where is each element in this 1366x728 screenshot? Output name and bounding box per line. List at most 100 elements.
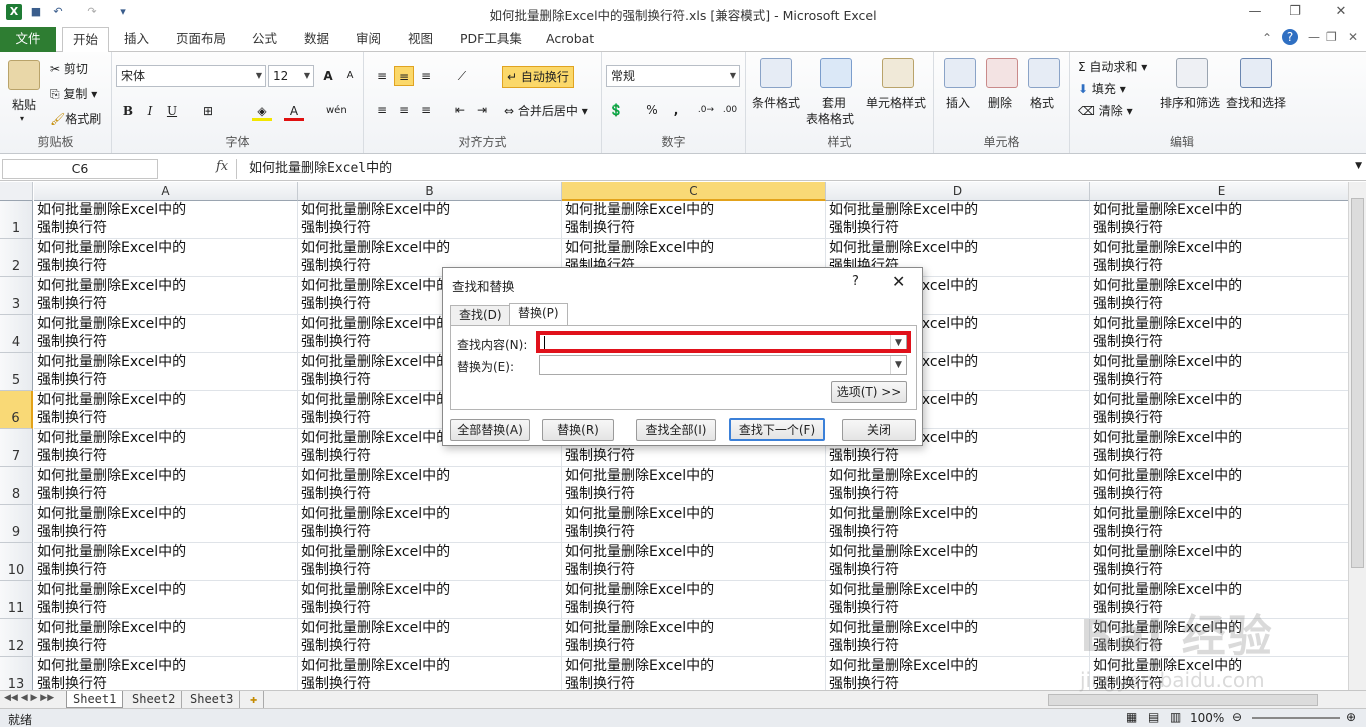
grow-font-icon[interactable]: A (318, 66, 338, 86)
tab-acrobat[interactable]: Acrobat (536, 27, 604, 52)
cell-d13[interactable]: 如何批量删除Excel中的 强制换行符 (826, 657, 1090, 690)
cell-e3[interactable]: 如何批量删除Excel中的 强制换行符 (1090, 277, 1348, 315)
normal-view-icon[interactable]: ▦ (1126, 710, 1137, 724)
tab-data[interactable]: 数据 (294, 27, 339, 52)
row-header-2[interactable]: 2 (0, 239, 33, 277)
close-button[interactable]: 关闭 (842, 419, 916, 441)
conditional-formatting-icon[interactable] (760, 58, 792, 88)
cell-d10[interactable]: 如何批量删除Excel中的 强制换行符 (826, 543, 1090, 581)
cell-d11[interactable]: 如何批量删除Excel中的 强制换行符 (826, 581, 1090, 619)
sheet-nav-first-icon[interactable]: ◀◀ ◀ ▶ ▶▶ (4, 693, 54, 703)
cell-b10[interactable]: 如何批量删除Excel中的 强制换行符 (298, 543, 562, 581)
cell-e4[interactable]: 如何批量删除Excel中的 强制换行符 (1090, 315, 1348, 353)
sheet-tab-3[interactable]: Sheet3 (184, 691, 241, 708)
underline-button[interactable]: U (162, 101, 182, 121)
fill-color-icon[interactable]: ◈ (252, 101, 272, 121)
insert-sheet-icon[interactable]: ✚ (244, 691, 265, 708)
cell-c8[interactable]: 如何批量删除Excel中的 强制换行符 (562, 467, 826, 505)
name-box[interactable]: C6 (2, 159, 158, 179)
paste-button[interactable]: 粘贴 (12, 96, 36, 113)
row-header-10[interactable]: 10 (0, 543, 33, 581)
tab-home[interactable]: 开始 (62, 27, 110, 53)
tab-formulas[interactable]: 公式 (242, 27, 287, 52)
replace-all-button[interactable]: 全部替换(A) (450, 419, 530, 441)
row-header-13[interactable]: 13 (0, 657, 33, 690)
cell-a3[interactable]: 如何批量删除Excel中的 强制换行符 (34, 277, 298, 315)
tab-file[interactable]: 文件 (0, 27, 56, 52)
tab-pdf-tools[interactable]: PDF工具集 (450, 27, 532, 52)
zoom-slider[interactable] (1252, 717, 1340, 719)
select-all-corner[interactable] (0, 182, 33, 201)
restore-icon[interactable]: ❐ (1280, 2, 1310, 22)
cell-b11[interactable]: 如何批量删除Excel中的 强制换行符 (298, 581, 562, 619)
align-top-icon[interactable]: ≡ (372, 66, 392, 86)
font-size-combo[interactable]: 12 ▼ (268, 65, 314, 87)
cell-c1[interactable]: 如何批量删除Excel中的 强制换行符 (562, 201, 826, 239)
close-window-icon[interactable]: ✕ (1326, 2, 1356, 22)
cell-e2[interactable]: 如何批量删除Excel中的 强制换行符 (1090, 239, 1348, 277)
cell-a1[interactable]: 如何批量删除Excel中的 强制换行符 (34, 201, 298, 239)
percent-button[interactable]: % (642, 100, 662, 120)
horizontal-scrollbar[interactable] (560, 693, 1346, 707)
cell-d1[interactable]: 如何批量删除Excel中的 强制换行符 (826, 201, 1090, 239)
zoom-level[interactable]: 100% (1190, 711, 1224, 725)
workbook-minimize-icon[interactable]: — (1308, 30, 1320, 44)
row-header-5[interactable]: 5 (0, 353, 33, 391)
row-header-11[interactable]: 11 (0, 581, 33, 619)
cell-d12[interactable]: 如何批量删除Excel中的 强制换行符 (826, 619, 1090, 657)
find-select-icon[interactable] (1240, 58, 1272, 88)
tab-insert[interactable]: 插入 (114, 27, 159, 52)
cell-a12[interactable]: 如何批量删除Excel中的 强制换行符 (34, 619, 298, 657)
minimize-icon[interactable]: — (1240, 2, 1270, 22)
decrease-indent-icon[interactable]: ⇤ (450, 100, 470, 120)
cell-a11[interactable]: 如何批量删除Excel中的 强制换行符 (34, 581, 298, 619)
align-middle-icon[interactable]: ≡ (394, 66, 414, 86)
row-header-7[interactable]: 7 (0, 429, 33, 467)
insert-cells-button[interactable]: 插入 (946, 94, 970, 111)
cell-styles-button[interactable]: 单元格样式 (866, 94, 926, 111)
tab-view[interactable]: 视图 (398, 27, 443, 52)
align-left-icon[interactable]: ≡ (372, 100, 392, 120)
cut-button[interactable]: ✂ 剪切 (50, 60, 88, 77)
align-center-icon[interactable]: ≡ (394, 100, 414, 120)
cell-e8[interactable]: 如何批量删除Excel中的 强制换行符 (1090, 467, 1348, 505)
sort-filter-button[interactable]: 排序和筛选 (1160, 94, 1220, 111)
help-icon[interactable]: ? (1282, 29, 1298, 45)
cell-a4[interactable]: 如何批量删除Excel中的 强制换行符 (34, 315, 298, 353)
options-button[interactable]: 选项(T) >> (831, 381, 907, 403)
dialog-help-icon[interactable]: ? (852, 274, 859, 289)
cell-b12[interactable]: 如何批量删除Excel中的 强制换行符 (298, 619, 562, 657)
cell-b8[interactable]: 如何批量删除Excel中的 强制换行符 (298, 467, 562, 505)
row-header-8[interactable]: 8 (0, 467, 33, 505)
cell-e5[interactable]: 如何批量删除Excel中的 强制换行符 (1090, 353, 1348, 391)
vertical-scroll-thumb[interactable] (1351, 198, 1364, 568)
italic-button[interactable]: I (140, 101, 160, 121)
replace-button[interactable]: 替换(R) (542, 419, 614, 441)
sort-filter-icon[interactable] (1176, 58, 1208, 88)
cell-c11[interactable]: 如何批量删除Excel中的 强制换行符 (562, 581, 826, 619)
cell-e6[interactable]: 如何批量删除Excel中的 强制换行符 (1090, 391, 1348, 429)
bold-button[interactable]: B (118, 101, 138, 121)
borders-icon[interactable]: ⊞ (198, 101, 218, 121)
cell-a9[interactable]: 如何批量删除Excel中的 强制换行符 (34, 505, 298, 543)
format-cells-button[interactable]: 格式 (1030, 94, 1054, 111)
zoom-out-icon[interactable]: ⊖ (1232, 710, 1242, 724)
format-as-table-line2[interactable]: 表格格式 (806, 110, 854, 127)
paste-dropdown-icon[interactable]: ▾ (20, 114, 24, 123)
comma-button[interactable]: , (666, 100, 686, 120)
cell-a8[interactable]: 如何批量删除Excel中的 强制换行符 (34, 467, 298, 505)
page-layout-view-icon[interactable]: ▤ (1148, 710, 1159, 724)
paste-icon[interactable] (8, 60, 40, 90)
increase-decimal-icon[interactable]: .0→ (696, 100, 716, 120)
dialog-close-icon[interactable]: ✕ (892, 272, 905, 291)
row-header-12[interactable]: 12 (0, 619, 33, 657)
cell-a10[interactable]: 如何批量删除Excel中的 强制换行符 (34, 543, 298, 581)
row-header-4[interactable]: 4 (0, 315, 33, 353)
cell-d9[interactable]: 如何批量删除Excel中的 强制换行符 (826, 505, 1090, 543)
cell-a7[interactable]: 如何批量删除Excel中的 强制换行符 (34, 429, 298, 467)
replace-with-input[interactable]: ▼ (539, 355, 907, 375)
find-select-button[interactable]: 查找和选择 (1226, 94, 1286, 111)
row-header-1[interactable]: 1 (0, 201, 33, 239)
vertical-scrollbar[interactable] (1348, 182, 1366, 690)
cell-e1[interactable]: 如何批量删除Excel中的 强制换行符 (1090, 201, 1348, 239)
